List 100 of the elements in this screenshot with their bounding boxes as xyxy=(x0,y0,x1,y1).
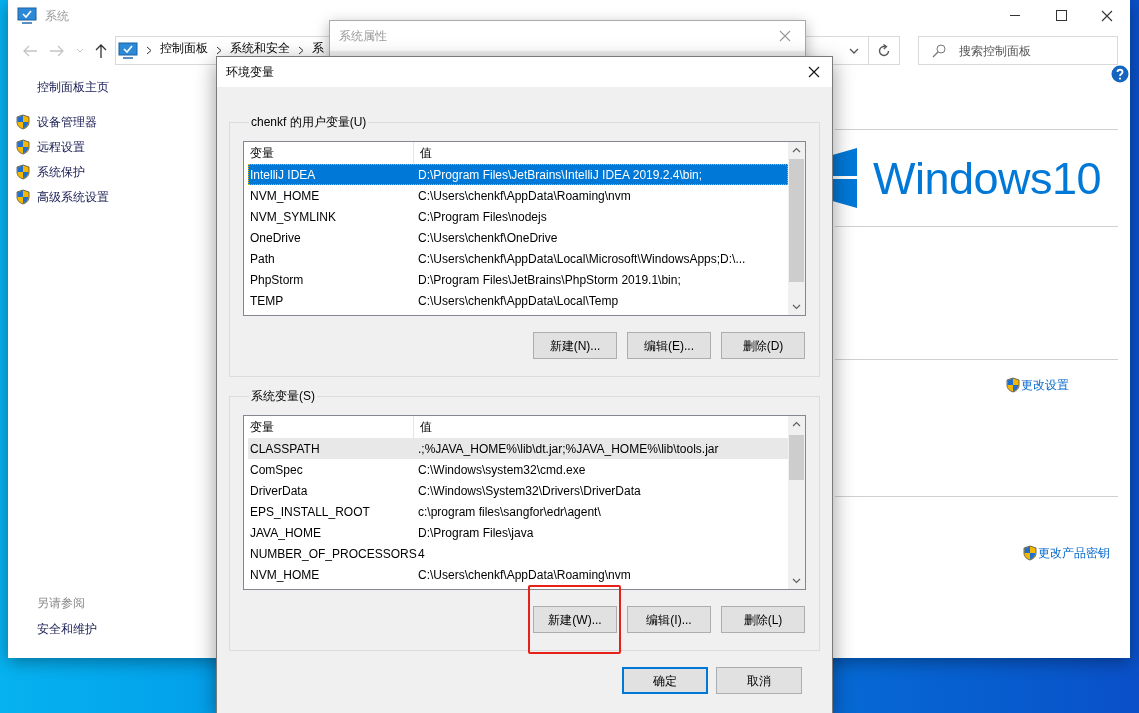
table-cell-text: DriverData xyxy=(249,482,309,500)
close-icon xyxy=(808,66,820,78)
table-cell-text: c:\program files\sangfor\edr\agent\ xyxy=(417,503,601,521)
table-cell-text: 4 xyxy=(417,545,425,563)
breadcrumb-link[interactable]: 控制面板 xyxy=(160,42,208,55)
breadcrumb-link[interactable]: 系 xyxy=(312,42,324,55)
scrollbar[interactable] xyxy=(788,142,805,315)
shield-icon xyxy=(15,189,31,205)
table-cell-text: CLASSPATH xyxy=(249,440,321,458)
shield-icon xyxy=(15,139,31,155)
scrollbar[interactable] xyxy=(788,416,805,589)
table-cell-text: NUMBER_OF_PROCESSORS xyxy=(249,545,414,563)
table-cell-text: D:\Program Files\JetBrains\IntelliJ IDEA 2019.2.4\bin; xyxy=(417,166,703,184)
table-cell-text: C:\Users\chenkf\AppData\Local\Microsoft\WindowsApps;D:\... xyxy=(417,250,746,268)
table-cell-text: .;%JAVA_HOME%\lib\dt.jar;%JAVA_HOME%\lib\tools.jar xyxy=(417,440,719,458)
dialog-button[interactable]: 编辑(E)... xyxy=(627,332,711,359)
sidebar-link[interactable]: 系统保护 xyxy=(37,163,85,181)
scroll-thumb[interactable] xyxy=(789,435,804,480)
dialog-button[interactable]: 新建(N)... xyxy=(533,332,617,359)
monitor-icon xyxy=(17,6,37,25)
list-row[interactable]: DriverData C:\Windows\System32\Drivers\DriverData xyxy=(248,480,788,501)
section-heading: 另请参阅 xyxy=(37,595,85,612)
column-header[interactable]: 值 xyxy=(414,142,788,164)
list-row[interactable]: IntelliJ IDEA D:\Program Files\JetBrains\IntelliJ IDEA 2019.2.4\bin; xyxy=(248,164,788,185)
list-row[interactable]: Path C:\Users\chenkf\AppData\Local\Microsoft\WindowsApps;D:\... xyxy=(248,248,788,269)
table-cell-text: C:\Windows\system32\cmd.exe xyxy=(417,461,586,479)
table-cell-text: PhpStorm xyxy=(249,271,305,289)
scroll-thumb[interactable] xyxy=(789,159,804,282)
chevron-right-icon xyxy=(216,46,222,55)
list-row[interactable]: CLASSPATH .;%JAVA_HOME%\lib\dt.jar;%JAVA_HOME%\lib\tools.jar xyxy=(248,438,788,459)
table-cell-text: Path xyxy=(249,250,276,268)
dialog-button[interactable]: 取消 xyxy=(716,667,802,694)
shield-icon xyxy=(1022,545,1038,561)
dialog-button[interactable]: 确定 xyxy=(622,667,708,694)
sidebar-link[interactable]: 安全和维护 xyxy=(37,620,97,638)
dialog-button[interactable]: 编辑(I)... xyxy=(627,606,711,633)
breadcrumb-link[interactable]: 系统和安全 xyxy=(230,42,290,55)
list-row[interactable]: ComSpec C:\Windows\system32\cmd.exe xyxy=(248,459,788,480)
table-cell-text: C:\Users\chenkf\AppData\Local\Temp xyxy=(417,292,619,310)
table-cell-text: NVM_SYMLINK xyxy=(249,208,338,226)
table-cell-text: OneDrive xyxy=(249,229,302,247)
close-icon xyxy=(1101,9,1113,22)
list-row[interactable]: PhpStorm D:\Program Files\JetBrains\PhpStorm 2019.1\bin; xyxy=(248,269,788,290)
sidebar-link[interactable]: 远程设置 xyxy=(37,138,85,156)
dialog-button[interactable]: 删除(D) xyxy=(721,332,805,359)
dialog-button[interactable]: 新建(W)... xyxy=(533,606,617,633)
table-cell-text: C:\Users\chenkf\AppData\Roaming\nvm xyxy=(417,187,631,205)
minimize-icon xyxy=(1010,15,1020,16)
table-cell-text: ComSpec xyxy=(249,461,304,479)
table-cell-text: C:\Windows\System32\Drivers\DriverData xyxy=(417,482,641,500)
table-cell-text: D:\Program Files\java xyxy=(417,524,534,542)
maximize-icon xyxy=(1055,10,1067,21)
list-row[interactable]: NVM_HOME C:\Users\chenkf\AppData\Roaming\nvm xyxy=(248,564,788,585)
table-cell-text: C:\Users\chenkf\OneDrive xyxy=(417,229,558,247)
table-cell-text: D:\Program Files\JetBrains\PhpStorm 2019.1\bin; xyxy=(417,271,681,289)
sidebar-link[interactable]: 设备管理器 xyxy=(37,113,97,131)
list-row[interactable]: OneDrive C:\Users\chenkf\OneDrive xyxy=(248,227,788,248)
settings-link[interactable]: 更改产品密钥 xyxy=(1038,544,1110,562)
brand-name: Windows10 xyxy=(873,155,1102,201)
variable-list[interactable] xyxy=(243,141,806,316)
chevron-down-icon xyxy=(76,47,84,54)
dialog-button[interactable]: 删除(L) xyxy=(721,606,805,633)
shield-icon xyxy=(15,114,31,130)
group-label: 系统变量(S) xyxy=(250,388,316,405)
dialog-title: 系统属性 xyxy=(339,28,387,45)
dialog-title: 环境变量 xyxy=(226,64,274,81)
group-label: chenkf 的用户变量(U) xyxy=(250,114,368,131)
chevron-right-icon xyxy=(146,46,152,55)
table-cell-text: IntelliJ IDEA xyxy=(249,166,317,184)
shield-icon xyxy=(1005,377,1021,393)
shield-icon xyxy=(15,164,31,180)
help-icon[interactable] xyxy=(1111,65,1129,83)
window-title: 系统 xyxy=(45,7,69,25)
settings-link[interactable]: 更改设置 xyxy=(1021,376,1069,394)
list-row[interactable]: NVM_SYMLINK C:\Program Files\nodejs xyxy=(248,206,788,227)
monitor-icon xyxy=(118,41,138,60)
sidebar-link[interactable]: 高级系统设置 xyxy=(37,188,109,206)
table-cell-text: C:\Program Files\nodejs xyxy=(417,208,547,226)
table-cell-text: NVM_HOME xyxy=(249,566,321,584)
search-icon xyxy=(932,44,946,58)
variable-list[interactable] xyxy=(243,415,806,590)
table-cell-text: C:\Users\chenkf\AppData\Roaming\nvm xyxy=(417,566,631,584)
list-row[interactable]: JAVA_HOME D:\Program Files\java xyxy=(248,522,788,543)
back-arrow-icon xyxy=(22,43,38,58)
chevron-right-icon xyxy=(298,46,304,55)
table-cell-text: JAVA_HOME xyxy=(249,524,322,542)
chevron-down-icon[interactable] xyxy=(849,47,859,54)
refresh-icon xyxy=(877,43,891,58)
list-row[interactable]: NVM_HOME C:\Users\chenkf\AppData\Roaming\nvm xyxy=(248,185,788,206)
list-row[interactable]: EPS_INSTALL_ROOT c:\program files\sangfor\edr\agent\ xyxy=(248,501,788,522)
table-cell-text: TEMP xyxy=(249,292,285,310)
list-row[interactable]: TEMP C:\Users\chenkf\AppData\Local\Temp xyxy=(248,290,788,311)
sidebar-link[interactable]: 控制面板主页 xyxy=(37,78,109,96)
search-field[interactable]: 搜索控制面板 xyxy=(918,36,1118,65)
table-cell-text: NVM_HOME xyxy=(249,187,321,205)
close-icon xyxy=(779,30,791,42)
table-cell-text: EPS_INSTALL_ROOT xyxy=(249,503,371,521)
up-arrow-icon xyxy=(95,43,107,58)
column-header[interactable]: 值 xyxy=(414,416,788,438)
list-row[interactable]: NUMBER_OF_PROCESSORS4 xyxy=(248,543,788,564)
